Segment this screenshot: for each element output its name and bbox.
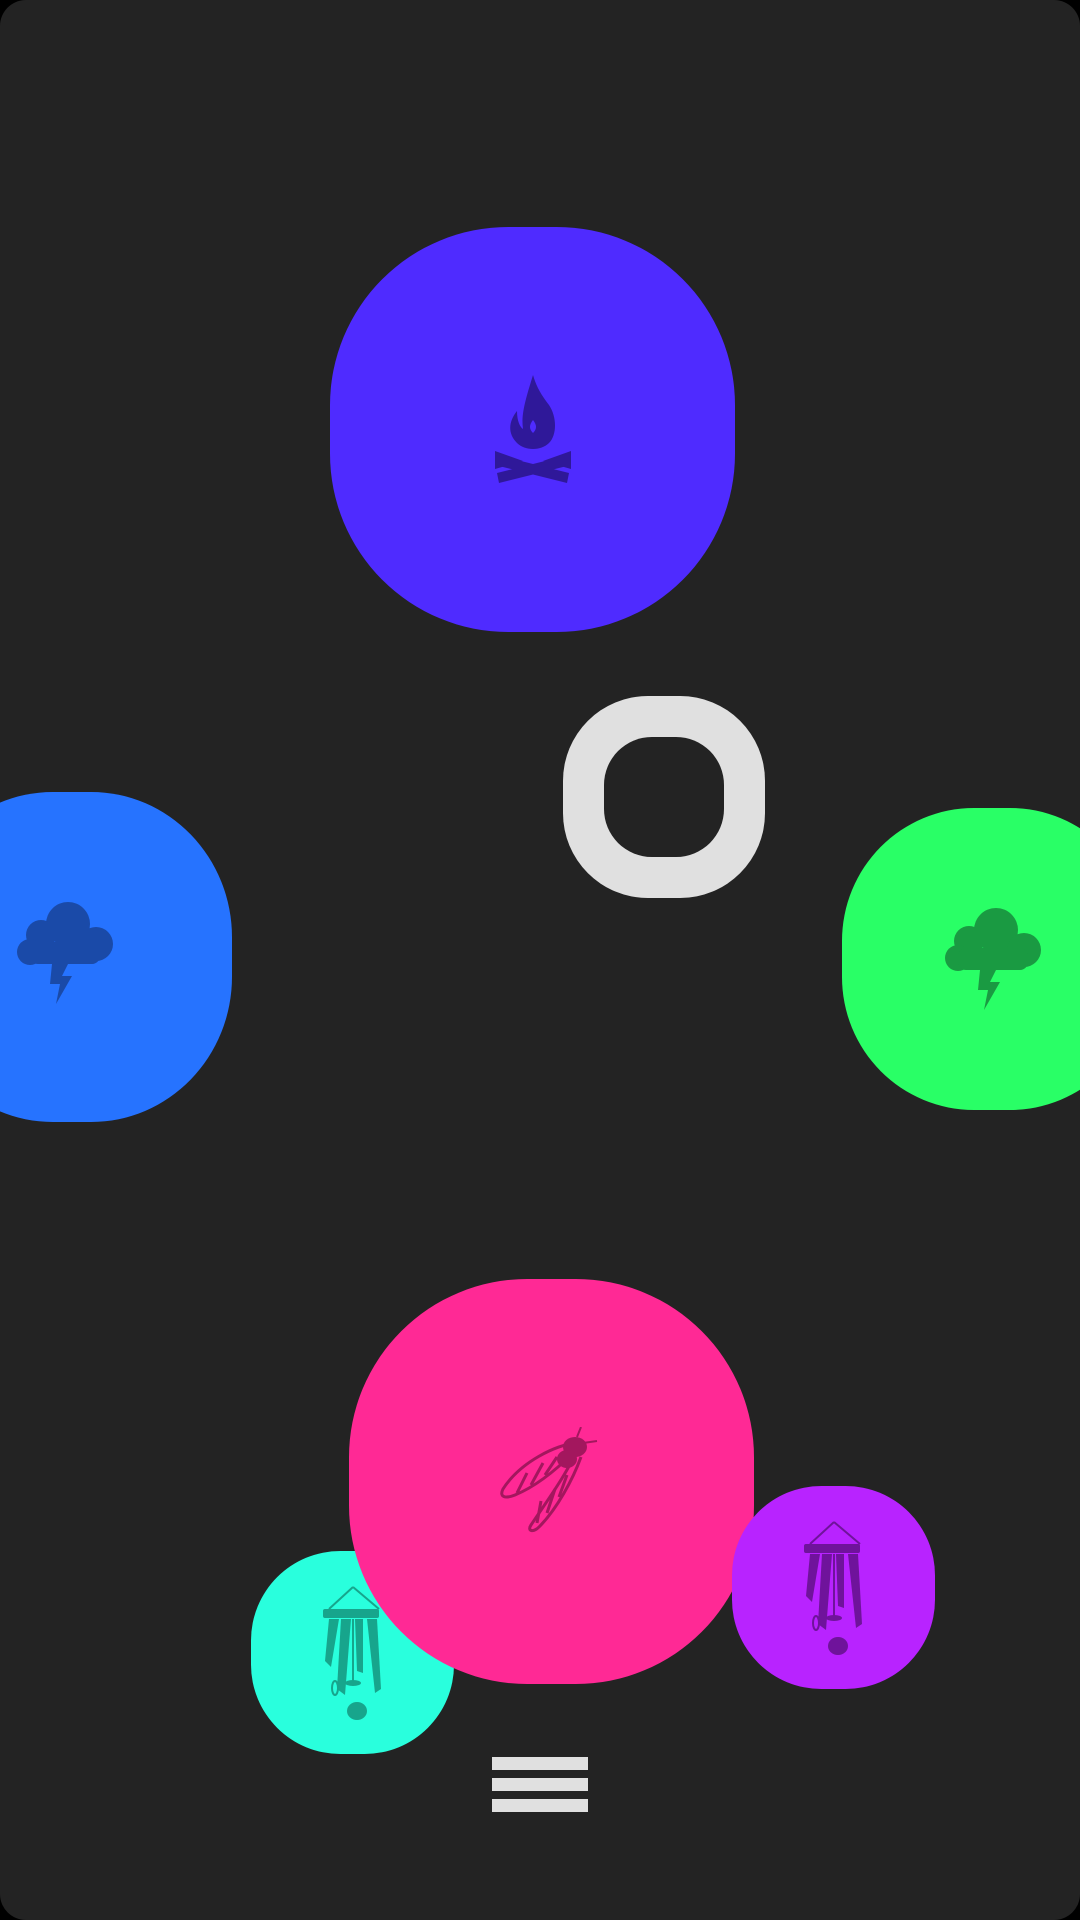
cicada-icon <box>497 1426 607 1537</box>
cicada-sound-button[interactable] <box>349 1279 754 1684</box>
campfire-sound-button[interactable] <box>330 227 735 632</box>
ring-button[interactable] <box>563 696 765 898</box>
sound-mixer-screen <box>0 0 1080 1920</box>
hamburger-menu-button[interactable] <box>492 1757 588 1813</box>
campfire-icon <box>493 374 573 485</box>
wind-chimes-sound-button[interactable] <box>732 1486 935 1689</box>
wind-chimes-icon <box>800 1520 870 1656</box>
storm-cloud-icon <box>944 908 1044 1012</box>
storm-cloud-icon <box>16 902 116 1006</box>
thunderstorm-sound-button[interactable] <box>842 808 1080 1110</box>
ring-icon <box>604 737 724 857</box>
thunderstorm-sound-button[interactable] <box>0 792 232 1122</box>
